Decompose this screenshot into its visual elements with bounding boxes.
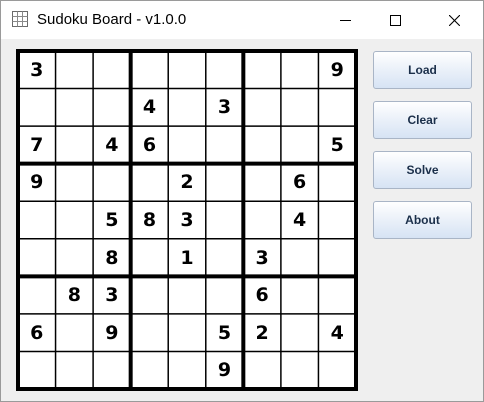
- board-cell[interactable]: [57, 165, 93, 201]
- board-cell[interactable]: [94, 90, 130, 126]
- maximize-button[interactable]: [372, 1, 418, 39]
- board-cell[interactable]: [282, 127, 318, 163]
- board-cell[interactable]: [19, 240, 55, 276]
- board-cell[interactable]: [57, 315, 93, 351]
- board-cell[interactable]: [319, 240, 355, 276]
- board-cell[interactable]: 7: [19, 127, 55, 163]
- app-window: Sudoku Board - v1.0.0 394374659265834813…: [0, 0, 484, 402]
- board-cell[interactable]: 3: [169, 202, 205, 238]
- board-cell[interactable]: 2: [244, 315, 280, 351]
- board-cell[interactable]: [169, 315, 205, 351]
- board-cell[interactable]: [319, 165, 355, 201]
- sudoku-board[interactable]: 394374659265834813836695249: [16, 49, 358, 391]
- close-icon: [448, 14, 460, 26]
- board-cell[interactable]: [282, 352, 318, 388]
- board-cell[interactable]: 9: [319, 52, 355, 88]
- board-cell[interactable]: [282, 240, 318, 276]
- board-cell[interactable]: [132, 240, 168, 276]
- board-cell[interactable]: [282, 277, 318, 313]
- grid-icon: [12, 11, 28, 27]
- board-cell[interactable]: [19, 202, 55, 238]
- solve-button[interactable]: Solve: [373, 151, 472, 189]
- board-cell[interactable]: [57, 202, 93, 238]
- board-cell[interactable]: 6: [244, 277, 280, 313]
- board-cell[interactable]: [57, 352, 93, 388]
- board-cell[interactable]: 6: [19, 315, 55, 351]
- board-cell[interactable]: [132, 352, 168, 388]
- board-cells: 394374659265834813836695249: [16, 49, 358, 391]
- board-cell[interactable]: [94, 352, 130, 388]
- minimize-icon: [339, 19, 351, 21]
- board-cell[interactable]: [169, 52, 205, 88]
- board-cell[interactable]: [19, 277, 55, 313]
- board-cell[interactable]: 2: [169, 165, 205, 201]
- minimize-button[interactable]: [322, 1, 368, 39]
- close-button[interactable]: [431, 1, 477, 39]
- title-bar[interactable]: Sudoku Board - v1.0.0: [1, 1, 483, 39]
- board-cell[interactable]: [319, 352, 355, 388]
- board-cell[interactable]: [282, 52, 318, 88]
- board-cell[interactable]: [282, 315, 318, 351]
- board-cell[interactable]: [244, 127, 280, 163]
- clear-button[interactable]: Clear: [373, 101, 472, 139]
- load-button[interactable]: Load: [373, 51, 472, 89]
- board-cell[interactable]: 3: [19, 52, 55, 88]
- board-cell[interactable]: [319, 90, 355, 126]
- board-cell[interactable]: 3: [207, 90, 243, 126]
- board-cell[interactable]: 4: [319, 315, 355, 351]
- board-cell[interactable]: [169, 127, 205, 163]
- board-cell[interactable]: 9: [207, 352, 243, 388]
- board-cell[interactable]: 8: [57, 277, 93, 313]
- maximize-icon: [389, 14, 401, 26]
- board-cell[interactable]: 4: [132, 90, 168, 126]
- board-cell[interactable]: [57, 52, 93, 88]
- window-title: Sudoku Board - v1.0.0: [37, 11, 187, 28]
- board-cell[interactable]: 9: [19, 165, 55, 201]
- board-cell[interactable]: 3: [94, 277, 130, 313]
- board-cell[interactable]: [19, 352, 55, 388]
- board-cell[interactable]: [57, 127, 93, 163]
- board-cell[interactable]: [207, 240, 243, 276]
- board-cell[interactable]: [19, 90, 55, 126]
- board-cell[interactable]: 5: [94, 202, 130, 238]
- board-cell[interactable]: 8: [94, 240, 130, 276]
- board-cell[interactable]: [319, 202, 355, 238]
- board-cell[interactable]: 1: [169, 240, 205, 276]
- board-cell[interactable]: 6: [132, 127, 168, 163]
- board-cell[interactable]: 4: [282, 202, 318, 238]
- board-cell[interactable]: [207, 277, 243, 313]
- board-cell[interactable]: 9: [94, 315, 130, 351]
- board-cell[interactable]: [94, 165, 130, 201]
- board-cell[interactable]: [319, 277, 355, 313]
- board-cell[interactable]: [207, 127, 243, 163]
- board-cell[interactable]: [244, 52, 280, 88]
- board-cell[interactable]: [132, 52, 168, 88]
- board-cell[interactable]: [57, 240, 93, 276]
- board-cell[interactable]: 5: [207, 315, 243, 351]
- about-button[interactable]: About: [373, 201, 472, 239]
- board-cell[interactable]: [94, 52, 130, 88]
- board-cell[interactable]: 3: [244, 240, 280, 276]
- board-cell[interactable]: 6: [282, 165, 318, 201]
- board-cell[interactable]: [207, 202, 243, 238]
- board-cell[interactable]: [207, 52, 243, 88]
- board-cell[interactable]: [244, 352, 280, 388]
- board-cell[interactable]: 5: [319, 127, 355, 163]
- board-cell[interactable]: [132, 165, 168, 201]
- board-cell[interactable]: [169, 90, 205, 126]
- board-cell[interactable]: [132, 277, 168, 313]
- board-cell[interactable]: [244, 202, 280, 238]
- board-cell[interactable]: [132, 315, 168, 351]
- board-cell[interactable]: [57, 90, 93, 126]
- board-cell[interactable]: [282, 90, 318, 126]
- board-cell[interactable]: [169, 277, 205, 313]
- board-cell[interactable]: [244, 165, 280, 201]
- board-cell[interactable]: [207, 165, 243, 201]
- board-cell[interactable]: 4: [94, 127, 130, 163]
- board-cell[interactable]: [169, 352, 205, 388]
- board-cell[interactable]: 8: [132, 202, 168, 238]
- board-cell[interactable]: [244, 90, 280, 126]
